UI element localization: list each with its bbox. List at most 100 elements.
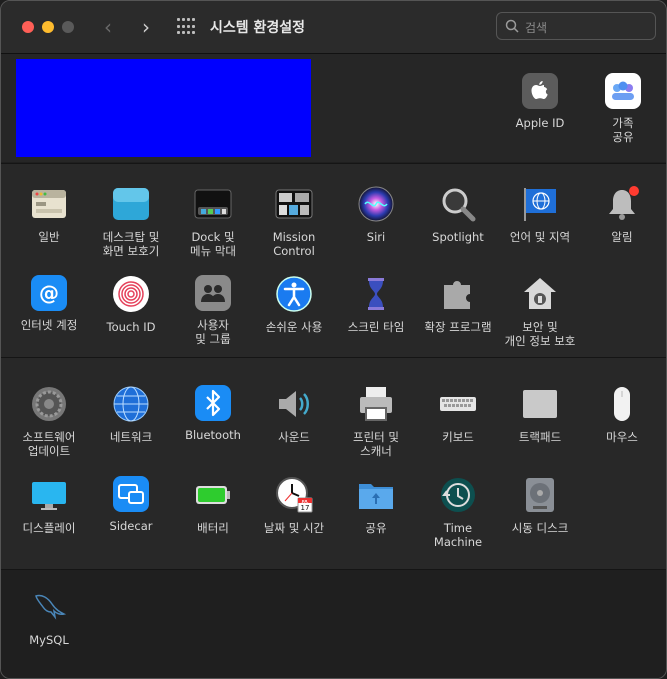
svg-text:@: @ [39,281,59,305]
pref-label: 인터넷 계정 [20,318,78,332]
family-icon [605,73,641,109]
fingerprint-icon [112,275,150,313]
zoom-button[interactable] [62,21,74,33]
title-bar: ‹ › 시스템 환경설정 검색 [1,1,666,54]
pref-label: Touch ID [106,320,156,334]
pref-displays[interactable]: 디스플레이 [8,476,90,535]
search-icon [505,19,519,33]
pref-label: Sidecar [109,519,153,533]
pref-mission-control[interactable]: Mission Control [253,185,335,258]
pref-family-sharing[interactable]: 가족 공유 [582,73,664,144]
pref-siri[interactable]: Siri [335,185,417,244]
spotlight-icon [439,185,477,223]
pref-label: Time Machine [433,521,483,549]
puzzle-icon [439,275,477,313]
pref-general[interactable]: 일반 [8,185,90,244]
pref-label: Mission Control [272,230,316,258]
pref-touch-id[interactable]: Touch ID [90,275,172,334]
pref-screen-time[interactable]: 스크린 타임 [335,275,417,334]
pref-label: Apple ID [515,116,565,130]
pref-sharing[interactable]: 공유 [335,476,417,535]
pref-security-privacy[interactable]: 보안 및 개인 정보 보호 [499,275,581,348]
hourglass-icon [357,275,395,313]
pref-label: 트랙패드 [518,430,562,444]
calendar-day: 17 [301,504,310,512]
bell-icon [603,185,641,223]
display-icon [30,476,68,514]
trackpad-icon [521,385,559,423]
at-icon: @ [31,275,67,311]
profile-area[interactable] [16,59,311,157]
pref-label: Dock 및 메뉴 막대 [190,230,236,258]
other-section [1,569,666,678]
pref-sidecar[interactable]: Sidecar [90,476,172,533]
pref-language-region[interactable]: 언어 및 지역 [499,185,581,244]
pref-label: 데스크탑 및 화면 보호기 [102,230,160,258]
pref-notifications[interactable]: 알림 [581,185,663,244]
pref-label: 사운드 [278,430,310,444]
pref-desktop-screensaver[interactable]: 데스크탑 및 화면 보호기 [90,185,172,258]
battery-icon [194,476,232,514]
network-globe-icon [112,385,150,423]
pref-dock-menubar[interactable]: Dock 및 메뉴 막대 [172,185,254,258]
window-title: 시스템 환경설정 [210,20,306,36]
minimize-button[interactable] [42,21,54,33]
keyboard-icon [439,385,477,423]
pref-label: 키보드 [442,430,474,444]
pref-apple-id[interactable]: Apple ID [499,73,581,130]
system-preferences-window: ‹ › 시스템 환경설정 검색 Apple ID 가족 공유 일반 데스크탑 및… [0,0,667,679]
pref-startup-disk[interactable]: 시동 디스크 [499,476,581,535]
pref-label: Spotlight [432,230,484,244]
pref-accessibility[interactable]: 손쉬운 사용 [253,275,335,334]
pref-label: 스크린 타임 [347,320,405,334]
pref-mouse[interactable]: 마우스 [581,385,663,444]
pref-label: 시동 디스크 [511,521,569,535]
calendar-month: JUL [301,500,309,504]
pref-sound[interactable]: 사운드 [253,385,335,444]
sidecar-icon [113,476,149,512]
pref-spotlight[interactable]: Spotlight [417,185,499,244]
pref-trackpad[interactable]: 트랙패드 [499,385,581,444]
pref-bluetooth[interactable]: Bluetooth [172,385,254,442]
printer-icon [357,385,395,423]
pref-label: 프린터 및 스캐너 [353,430,399,458]
pref-label: 언어 및 지역 [509,230,571,244]
pref-mysql[interactable]: MySQL [8,588,90,647]
desktop-icon [112,185,150,223]
pref-label: 손쉬운 사용 [265,320,323,334]
forward-button[interactable]: › [135,15,157,39]
pref-label: Siri [366,230,386,244]
pref-software-update[interactable]: 소프트웨어 업데이트 [8,385,90,458]
pref-printers-scanners[interactable]: 프린터 및 스캐너 [335,385,417,458]
users-icon [195,275,231,311]
pref-label: Bluetooth [185,428,241,442]
pref-internet-accounts[interactable]: @ 인터넷 계정 [8,275,90,332]
search-field[interactable]: 검색 [496,12,656,40]
speaker-icon [275,385,313,423]
close-button[interactable] [22,21,34,33]
pref-extensions[interactable]: 확장 프로그램 [417,275,499,334]
pref-keyboard[interactable]: 키보드 [417,385,499,444]
show-all-grid-icon[interactable] [177,18,195,36]
pref-users-groups[interactable]: 사용자 및 그룹 [172,275,254,346]
pref-battery[interactable]: 배터리 [172,476,254,535]
clock-calendar-icon: JUL 17 [275,476,313,514]
bluetooth-icon [195,385,231,421]
dock-icon [194,185,232,223]
disk-icon [521,476,559,514]
pref-network[interactable]: 네트워크 [90,385,172,444]
mission-control-icon [275,185,313,223]
pref-label: 네트워크 [109,430,153,444]
pref-label: 소프트웨어 업데이트 [22,430,76,458]
pref-label: 보안 및 개인 정보 보호 [504,320,576,348]
pref-label: 공유 [365,521,387,535]
mysql-dolphin-icon [30,588,68,626]
back-button[interactable]: ‹ [97,15,119,39]
pref-label: 알림 [611,230,633,244]
apple-icon [522,73,558,109]
folder-icon [357,476,395,514]
globe-flag-icon [521,185,559,223]
pref-date-time[interactable]: JUL 17 날짜 및 시간 [253,476,335,535]
pref-label: 디스플레이 [22,521,76,535]
pref-time-machine[interactable]: Time Machine [417,476,499,549]
